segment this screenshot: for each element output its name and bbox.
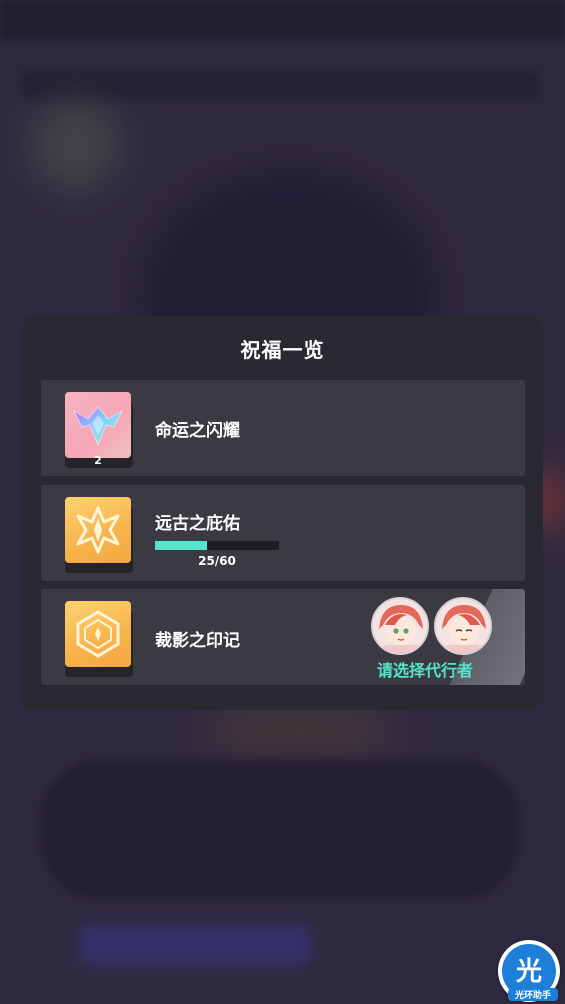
- blessing-progress-bar: [155, 541, 279, 550]
- blessing-overview-dialog: 祝福一览 2 命运之闪耀 远古之庇佑 25/60 裁影之印记 请选择代行者: [22, 316, 543, 710]
- ancient-shield-icon: [65, 497, 131, 563]
- blessing-name: 裁影之印记: [155, 631, 240, 651]
- progress-text: 25/60: [198, 554, 236, 568]
- blessing-name: 命运之闪耀: [155, 421, 240, 441]
- dialog-title: 祝福一览: [240, 338, 325, 362]
- blessing-count: 2: [94, 454, 102, 467]
- progress-fill: [155, 541, 207, 550]
- fate-crest-icon: [65, 392, 131, 458]
- judgement-seal-icon: [65, 601, 131, 667]
- character-avatar[interactable]: [371, 597, 429, 655]
- blessing-name: 远古之庇佑: [155, 514, 240, 534]
- blessing-item-ancient[interactable]: 远古之庇佑 25/60: [41, 485, 525, 581]
- character-avatar[interactable]: [434, 597, 492, 655]
- blessing-item-fate[interactable]: 2 命运之闪耀: [41, 380, 525, 476]
- blessing-item-judgement[interactable]: 裁影之印记 请选择代行者: [41, 589, 525, 685]
- app-watermark-logo: 光 光环助手: [498, 940, 560, 1002]
- choose-agent-button[interactable]: 请选择代行者: [377, 657, 473, 681]
